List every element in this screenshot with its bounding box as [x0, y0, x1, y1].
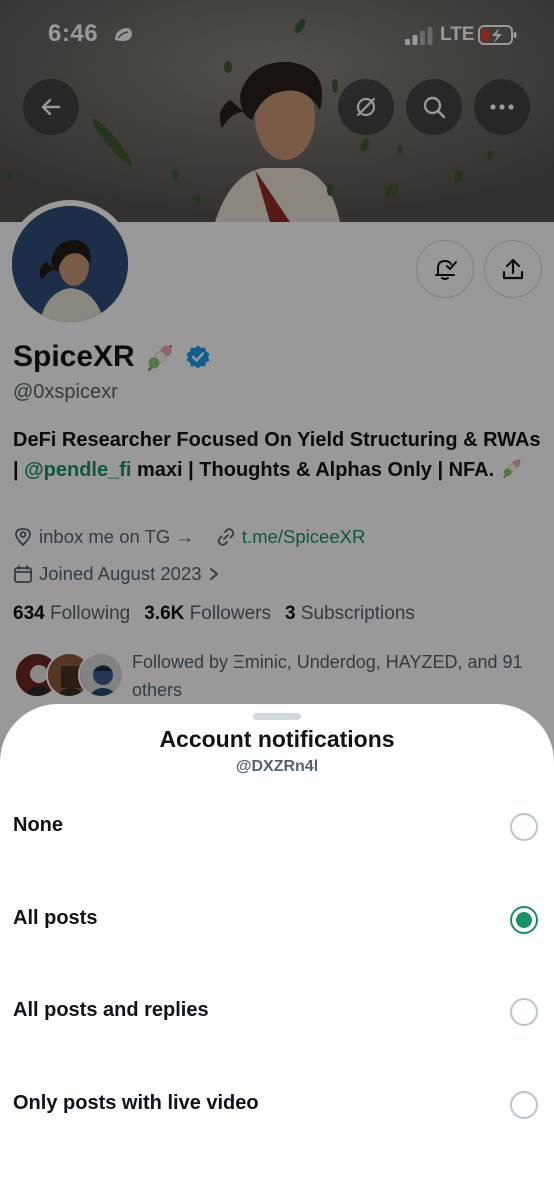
option-all-posts-and-replies[interactable]: All posts and replies: [0, 972, 554, 1052]
account-notifications-sheet: Account notifications @DXZRn4l None All …: [0, 704, 554, 1199]
option-none[interactable]: None: [0, 787, 554, 867]
sheet-subtitle: @DXZRn4l: [235, 758, 319, 775]
sheet-title: Account notifications: [159, 726, 395, 752]
option-label: None: [13, 814, 63, 836]
radio-button[interactable]: [510, 998, 538, 1026]
radio-button[interactable]: [510, 813, 538, 841]
radio-button[interactable]: [510, 1091, 538, 1119]
option-label: All posts and replies: [13, 999, 209, 1021]
option-all-posts[interactable]: All posts: [0, 880, 554, 960]
option-live-video[interactable]: Only posts with live video: [0, 1065, 554, 1145]
option-label: Only posts with live video: [13, 1092, 259, 1114]
option-label: All posts: [13, 907, 98, 929]
sheet-grabber[interactable]: [253, 713, 301, 720]
radio-button-selected[interactable]: [510, 906, 538, 934]
